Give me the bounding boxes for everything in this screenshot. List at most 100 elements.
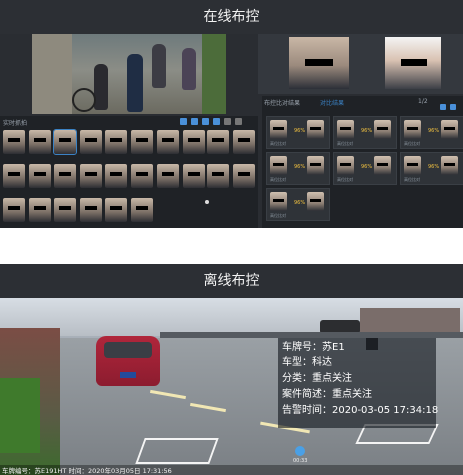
capture-thumbnail[interactable] xyxy=(80,198,102,222)
card-label: 高位比对 xyxy=(270,213,286,218)
result-face xyxy=(404,120,421,139)
face-mask xyxy=(212,172,224,176)
face-mask xyxy=(85,172,97,176)
capture-thumbnail[interactable] xyxy=(105,130,127,154)
model-label: 车型： xyxy=(282,357,312,368)
capture-thumbnail[interactable] xyxy=(105,198,127,222)
results-header: 布控比对结果 xyxy=(264,100,301,107)
similarity-percent: 96% xyxy=(361,164,373,170)
capture-thumbnail[interactable] xyxy=(29,164,51,188)
refresh-icon[interactable] xyxy=(202,118,209,125)
capture-thumbnail[interactable] xyxy=(131,198,153,222)
result-card[interactable]: 96% 高位比对 xyxy=(266,152,330,185)
model-value: 科达 xyxy=(312,357,332,368)
similarity-percent: 96% xyxy=(294,128,306,134)
face-mask xyxy=(136,138,148,142)
pedestrian[interactable] xyxy=(152,44,166,88)
next-page-icon[interactable] xyxy=(450,104,456,110)
road-marking xyxy=(135,438,219,464)
face-mask xyxy=(273,163,284,166)
result-face xyxy=(441,120,458,139)
tab-compare-results[interactable]: 对比结果 xyxy=(320,98,344,107)
result-face xyxy=(337,120,354,139)
time-row: 告警时间：2020-03-05 17:34:18 xyxy=(282,401,438,416)
pedestrian[interactable] xyxy=(182,48,196,90)
result-face xyxy=(270,156,287,175)
result-face xyxy=(374,120,391,139)
face-mask xyxy=(59,206,71,210)
model-row: 车型：科达 xyxy=(282,353,332,368)
card-label: 高位比对 xyxy=(270,177,286,182)
result-card[interactable]: 96% 高位比对 xyxy=(333,152,397,185)
scroll-indicator[interactable] xyxy=(205,200,209,204)
card-label: 高位比对 xyxy=(337,177,353,182)
face-mask xyxy=(238,172,250,176)
capture-thumbnail[interactable] xyxy=(80,164,102,188)
capture-thumbnail[interactable] xyxy=(207,130,229,154)
capture-thumbnail[interactable] xyxy=(53,129,77,155)
capture-thumbnail[interactable] xyxy=(131,164,153,188)
export-icon[interactable] xyxy=(224,118,231,125)
similarity-percent: 96% xyxy=(428,164,440,170)
plate-label: 车牌号： xyxy=(282,342,322,353)
grid-view-icon[interactable] xyxy=(180,118,187,125)
face-mask xyxy=(377,163,388,166)
category-value: 重点关注 xyxy=(312,373,352,384)
result-card[interactable]: 96% 高位比对 xyxy=(266,116,330,149)
capture-thumbnail[interactable] xyxy=(54,164,76,188)
license-plate xyxy=(120,372,136,378)
result-card[interactable]: 96% 高位比对 xyxy=(266,188,330,221)
capture-thumbnail[interactable] xyxy=(233,164,255,188)
playhead-icon[interactable] xyxy=(295,446,305,456)
capture-thumbnail[interactable] xyxy=(233,130,255,154)
result-card[interactable]: 96% 高位比对 xyxy=(333,116,397,149)
result-face xyxy=(307,156,324,175)
capture-thumbnail[interactable] xyxy=(29,130,51,154)
plate-row: 车牌号：苏E1 xyxy=(282,338,345,353)
face-mask xyxy=(188,172,200,176)
category-row: 分类：重点关注 xyxy=(282,369,352,384)
case-label: 案件简述： xyxy=(282,389,332,400)
database-face[interactable] xyxy=(385,37,441,89)
capture-thumbnail[interactable] xyxy=(157,130,179,154)
face-mask xyxy=(305,59,333,66)
face-mask xyxy=(407,163,418,166)
category-label: 分类： xyxy=(282,373,312,384)
live-camera-view[interactable] xyxy=(32,34,226,114)
capture-thumbnail[interactable] xyxy=(29,198,51,222)
capture-thumbnail[interactable] xyxy=(131,130,153,154)
face-mask xyxy=(162,172,174,176)
capture-thumbnail[interactable] xyxy=(207,164,229,188)
pedestrian[interactable] xyxy=(127,54,143,112)
red-car[interactable] xyxy=(96,336,160,386)
result-card[interactable]: 96% 高位比对 xyxy=(400,152,463,185)
time-label: 告警时间： xyxy=(282,405,332,416)
capture-thumbnail[interactable] xyxy=(80,130,102,154)
face-mask xyxy=(273,199,284,202)
similarity-percent: 96% xyxy=(294,200,306,206)
capture-thumbnail[interactable] xyxy=(3,164,25,188)
capture-thumbnail[interactable] xyxy=(183,130,205,154)
result-face xyxy=(404,156,421,175)
similarity-percent: 96% xyxy=(361,128,373,134)
settings-icon[interactable] xyxy=(235,118,242,125)
result-face xyxy=(270,120,287,139)
face-mask xyxy=(310,127,321,130)
capture-thumbnail[interactable] xyxy=(105,164,127,188)
capture-thumbnail[interactable] xyxy=(3,198,25,222)
face-mask xyxy=(34,172,46,176)
prev-page-icon[interactable] xyxy=(440,104,446,110)
result-card[interactable]: 96% 高位比对 xyxy=(400,116,463,149)
plate-crop xyxy=(366,338,378,350)
card-label: 高位比对 xyxy=(270,141,286,146)
capture-thumbnail[interactable] xyxy=(157,164,179,188)
pause-icon[interactable] xyxy=(213,118,220,125)
capture-thumbnail[interactable] xyxy=(183,164,205,188)
list-view-icon[interactable] xyxy=(191,118,198,125)
face-mask xyxy=(407,127,418,130)
captured-face[interactable] xyxy=(289,37,349,89)
pedestrian[interactable] xyxy=(94,64,108,110)
capture-thumbnail[interactable] xyxy=(54,198,76,222)
face-mask xyxy=(238,138,250,142)
capture-thumbnail[interactable] xyxy=(3,130,25,154)
